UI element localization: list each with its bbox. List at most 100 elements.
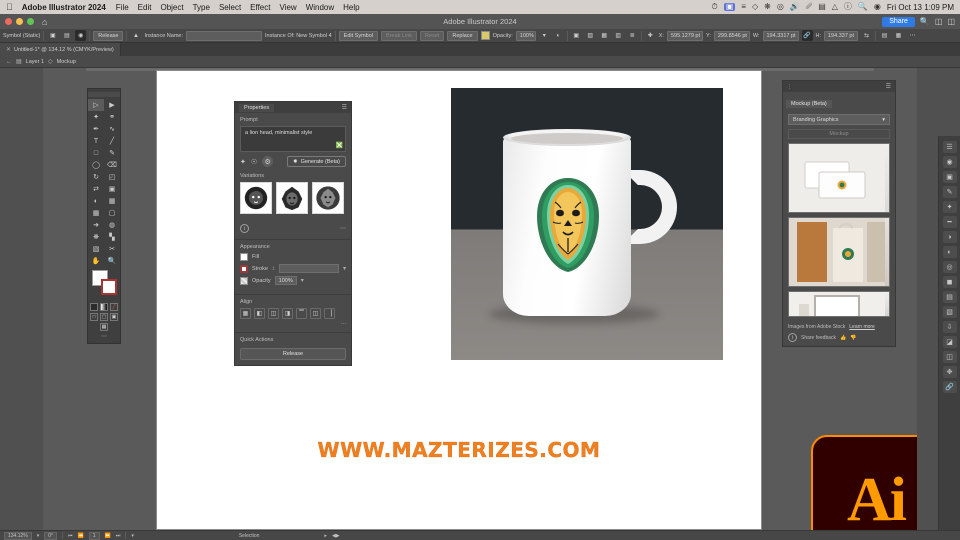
- menu-help[interactable]: Help: [343, 3, 359, 12]
- status-chevron-icon[interactable]: ▸: [324, 533, 327, 539]
- minimize-window-button[interactable]: [16, 18, 23, 25]
- break-link-button[interactable]: Break Link: [381, 30, 418, 41]
- canvas-area[interactable]: WWW.MAZTERIZES.COM Ai ▷ ▶ ✦ ⚭ ✒ ∿ T ╱ □ …: [43, 68, 917, 530]
- prev-artboard-icon[interactable]: ⏪: [78, 533, 84, 539]
- menu-file[interactable]: File: [116, 3, 129, 12]
- x-input[interactable]: 595.1279 pt: [666, 30, 703, 41]
- align-to-icon[interactable]: ▦: [240, 308, 251, 319]
- curvature-tool[interactable]: ∿: [104, 123, 120, 135]
- rectangle-tool[interactable]: □: [88, 147, 104, 159]
- symbols-icon[interactable]: ✦: [942, 201, 957, 213]
- arrange-documents-icon[interactable]: ◫: [935, 17, 943, 26]
- eyedropper-tool[interactable]: ➜: [88, 219, 104, 231]
- draw-normal-icon[interactable]: □: [90, 313, 98, 321]
- arrange-icon[interactable]: ▣: [571, 30, 582, 41]
- more-icon[interactable]: ⋯: [340, 225, 346, 232]
- stroke-options-icon[interactable]: ▾: [343, 265, 346, 272]
- breadcrumb-layer-label[interactable]: Layer 1: [26, 59, 44, 65]
- mug-photo[interactable]: [451, 88, 723, 360]
- paintbrush-tool[interactable]: ✎: [104, 147, 120, 159]
- draw-inside-icon[interactable]: ▣: [110, 313, 118, 321]
- edit-toolbar-icon[interactable]: ⋯: [88, 332, 120, 341]
- selection-tool[interactable]: ▷: [88, 99, 104, 111]
- workspace-switcher-icon[interactable]: ◫: [947, 17, 955, 26]
- stroke-width-input[interactable]: [278, 264, 339, 273]
- opacity-stepper-icon[interactable]: ▾: [301, 277, 304, 284]
- panel-menu-icon[interactable]: ☰: [342, 104, 347, 111]
- draw-behind-icon[interactable]: ▢: [100, 313, 108, 321]
- status-scroll-icon[interactable]: ◀▶: [332, 533, 340, 539]
- pathfinder-icon[interactable]: ◪: [942, 336, 957, 348]
- asset-export-icon[interactable]: ⇩: [942, 321, 957, 333]
- colorsync-icon[interactable]: ❋: [764, 3, 771, 11]
- align-center-v-icon[interactable]: ◫: [310, 308, 321, 319]
- artboard-tool[interactable]: ▧: [88, 243, 104, 255]
- layers-icon[interactable]: ▤: [942, 291, 957, 303]
- first-artboard-icon[interactable]: ⏮: [68, 533, 73, 539]
- transform-panel-icon[interactable]: ✥: [942, 366, 957, 378]
- artboards-icon[interactable]: ▧: [942, 306, 957, 318]
- properties-tab[interactable]: Properties: [239, 103, 275, 112]
- gradient-tool[interactable]: ▢: [104, 207, 120, 219]
- hand-tool[interactable]: ✋: [88, 255, 104, 267]
- duplicate-symbol-icon[interactable]: ▤: [61, 30, 72, 41]
- color-icon[interactable]: ◉: [942, 156, 957, 168]
- instance-name-input[interactable]: [186, 30, 263, 41]
- share-button[interactable]: Share: [882, 16, 915, 27]
- break-link-icon[interactable]: ◉: [75, 30, 87, 41]
- search-icon[interactable]: 🔍: [920, 17, 930, 26]
- align-right-icon[interactable]: ▥: [613, 30, 624, 41]
- symbol-sprayer-tool[interactable]: ❋: [88, 231, 104, 243]
- none-mode-icon[interactable]: ╱: [110, 303, 118, 311]
- status-tool-chevron-icon[interactable]: ▾: [131, 533, 134, 539]
- shaper-tool[interactable]: ◯: [88, 159, 104, 171]
- align-center-h-icon[interactable]: ◫: [268, 308, 279, 319]
- stroke-stepper-icon[interactable]: ↕: [272, 266, 275, 272]
- clock-icon[interactable]: ⏱: [711, 3, 717, 11]
- slice-tool[interactable]: ✂: [104, 243, 120, 255]
- graphic-styles-icon[interactable]: ◼: [942, 276, 957, 288]
- perspective-grid-tool[interactable]: ▦: [104, 195, 120, 207]
- screen-mode-icon[interactable]: ▦: [100, 323, 108, 331]
- thumbs-up-icon[interactable]: 👍: [840, 335, 846, 341]
- opacity-stepper-icon[interactable]: ▾: [539, 30, 550, 41]
- links-icon[interactable]: 🔗: [942, 381, 957, 393]
- stroke-swatch[interactable]: [101, 279, 117, 295]
- mesh-tool[interactable]: ▦: [88, 207, 104, 219]
- type-tool[interactable]: T: [88, 135, 104, 147]
- document-tab[interactable]: ✕ Untitled-1* @ 134.12 % (CMYK/Preview): [0, 43, 121, 56]
- rotate-tool[interactable]: ↻: [88, 171, 104, 183]
- direct-selection-tool[interactable]: ▶: [104, 99, 120, 111]
- panel-grip-icon[interactable]: [88, 92, 120, 97]
- pen-tool[interactable]: ✒: [88, 123, 104, 135]
- search-icon[interactable]: 🔍: [858, 3, 868, 11]
- close-icon[interactable]: ✕: [6, 46, 11, 53]
- volume-icon[interactable]: 🔊: [790, 3, 800, 11]
- sliders-icon[interactable]: ≡: [741, 3, 746, 11]
- magic-wand-tool[interactable]: ✦: [88, 111, 104, 123]
- blend-tool[interactable]: ◍: [104, 219, 120, 231]
- zoom-chevron-icon[interactable]: ▾: [37, 533, 40, 539]
- release-button[interactable]: Release: [93, 30, 124, 41]
- lasso-tool[interactable]: ⚭: [104, 111, 120, 123]
- menu-view[interactable]: View: [279, 3, 296, 12]
- align-more-icon[interactable]: ...: [240, 319, 346, 326]
- swatches-icon[interactable]: ▣: [942, 171, 957, 183]
- gradient-icon[interactable]: ◑: [942, 231, 957, 243]
- free-transform-tool[interactable]: ▣: [104, 183, 120, 195]
- panel-menu-icon[interactable]: ☰: [886, 83, 891, 90]
- fill-swatch[interactable]: [240, 253, 248, 261]
- stroke-icon[interactable]: ━: [942, 216, 957, 228]
- close-window-button[interactable]: [5, 18, 12, 25]
- back-arrow-icon[interactable]: ←: [6, 59, 12, 65]
- menu-effect[interactable]: Effect: [250, 3, 270, 12]
- align-bottom-icon[interactable]: ▕: [324, 308, 335, 319]
- y-input[interactable]: 299.8546 pt: [713, 30, 750, 41]
- apple-logo-icon[interactable]: : [6, 2, 13, 12]
- h-input[interactable]: 194.337 pt: [824, 30, 858, 41]
- frame-mockup[interactable]: [788, 291, 890, 317]
- menu-edit[interactable]: Edit: [138, 3, 152, 12]
- tote-bag-mockup[interactable]: [788, 217, 890, 287]
- align-top-icon[interactable]: ▔: [296, 308, 307, 319]
- shape-builder-tool[interactable]: ◐: [88, 195, 104, 207]
